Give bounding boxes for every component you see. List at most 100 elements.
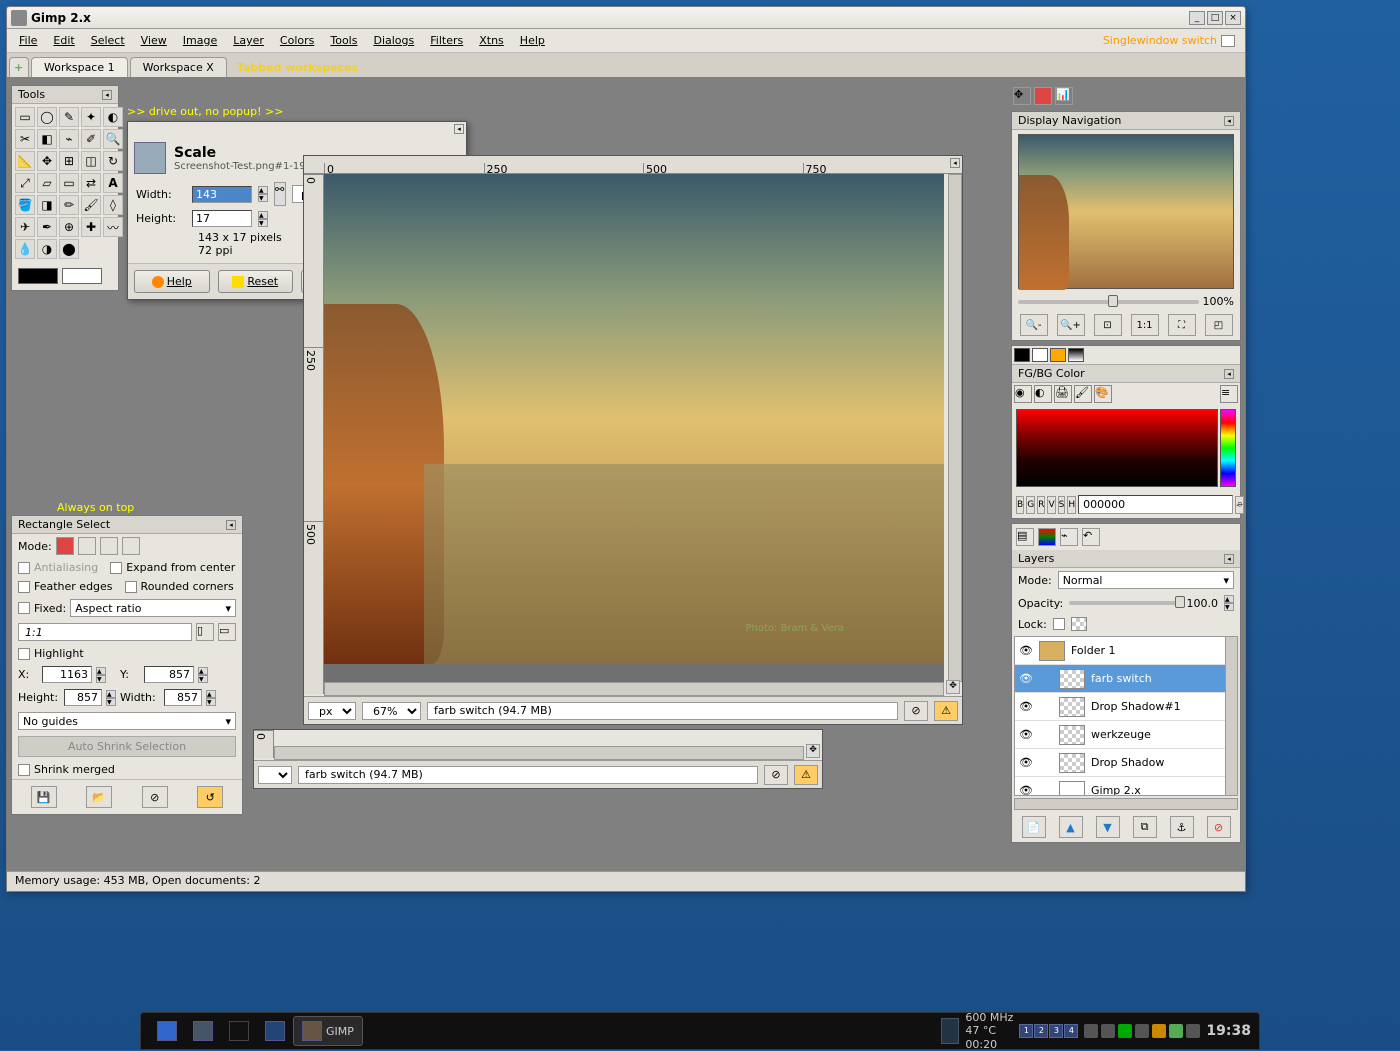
lock-alpha-checkbox[interactable] — [1053, 618, 1065, 630]
ink-tool[interactable]: ✒ — [37, 217, 57, 237]
w-up[interactable]: ▲ — [206, 690, 216, 698]
portrait-button[interactable]: ▯ — [196, 623, 214, 641]
pager-4[interactable]: 4 — [1064, 1024, 1078, 1038]
ellipse-select-tool[interactable]: ◯ — [37, 107, 57, 127]
x-down[interactable]: ▼ — [96, 675, 106, 683]
delete-layer-button[interactable]: ⊘ — [1207, 816, 1231, 838]
mode-add[interactable] — [78, 537, 96, 555]
rect-select-tool[interactable]: ▭ — [15, 107, 35, 127]
save-options-button[interactable]: 💾 — [31, 786, 57, 808]
paths-tool[interactable]: ⌁ — [59, 129, 79, 149]
panel-collapse-icon-2[interactable]: ◂ — [226, 520, 236, 530]
nav-collapse-icon[interactable]: ◂ — [1224, 116, 1234, 126]
navigation-thumbnail[interactable] — [1018, 134, 1234, 289]
layer-row[interactable]: 👁 Drop Shadow#1 — [1015, 693, 1237, 721]
smudge-tool[interactable]: 〰 — [103, 217, 123, 237]
x-up[interactable]: ▲ — [96, 667, 106, 675]
zoom-fill-button[interactable]: ⛶ — [1168, 314, 1196, 336]
extra-tool[interactable]: ⬤ — [59, 239, 79, 259]
wand-tool[interactable]: ✦ — [81, 107, 101, 127]
color-collapse-icon[interactable]: ◂ — [1224, 369, 1234, 379]
picker-menu-tab[interactable]: ≡ — [1220, 385, 1238, 403]
tray-icon-3[interactable] — [1118, 1024, 1132, 1038]
scrollbar-horizontal[interactable] — [324, 682, 944, 696]
visibility-icon[interactable]: 👁 — [1019, 672, 1033, 686]
palette-tab[interactable]: 🎨 — [1094, 385, 1112, 403]
feather-checkbox[interactable] — [18, 581, 30, 593]
print-picker-tab[interactable]: 🖨 — [1054, 385, 1072, 403]
heal-tool[interactable]: ✚ — [81, 217, 101, 237]
x-input[interactable] — [42, 666, 92, 683]
mode-intersect[interactable] — [122, 537, 140, 555]
watercolor-tab[interactable]: 🖌 — [1074, 385, 1092, 403]
menu-tools[interactable]: Tools — [322, 31, 365, 50]
dodge-tool[interactable]: ◑ — [37, 239, 57, 259]
antialias-checkbox[interactable] — [18, 562, 30, 574]
desktop-button[interactable] — [185, 1017, 221, 1045]
layer-mode-dropdown[interactable]: Normal▾ — [1058, 571, 1234, 589]
y-up[interactable]: ▲ — [198, 667, 208, 675]
new-tab-button[interactable]: + — [9, 57, 29, 77]
color-gradient-area[interactable] — [1016, 409, 1218, 487]
restore-options-button[interactable]: 📂 — [86, 786, 112, 808]
filemanager-button[interactable] — [257, 1017, 293, 1045]
move-tool[interactable]: ✥ — [37, 151, 57, 171]
taskbar-app-gimp[interactable]: GIMP — [293, 1016, 363, 1046]
help-button[interactable]: Help — [134, 270, 210, 293]
panel-collapse-icon[interactable]: ◂ — [102, 90, 112, 100]
align-tool[interactable]: ⊞ — [59, 151, 79, 171]
visibility-icon[interactable]: 👁 — [1019, 700, 1033, 714]
expand-checkbox[interactable] — [110, 562, 122, 574]
v-channel-button[interactable]: V — [1047, 496, 1055, 514]
height-up[interactable]: ▲ — [258, 211, 268, 219]
h-up[interactable]: ▲ — [106, 690, 116, 698]
blur-tool[interactable]: 💧 — [15, 239, 35, 259]
scissors-tool[interactable]: ✂ — [15, 129, 35, 149]
tray-icon-2[interactable] — [1101, 1024, 1115, 1038]
foreground-tool[interactable]: ◧ — [37, 129, 57, 149]
fixed-dropdown[interactable]: Aspect ratio▾ — [70, 599, 236, 617]
zoom-slider[interactable] — [1018, 300, 1199, 304]
duplicate-layer-button[interactable]: ⧉ — [1133, 816, 1157, 838]
b-channel-button[interactable]: B — [1016, 496, 1024, 514]
hue-strip[interactable] — [1220, 409, 1236, 487]
warning-button[interactable]: ⚠ — [934, 701, 958, 721]
opacity-slider[interactable] — [1069, 601, 1180, 605]
color-picker-tool[interactable]: ✐ — [81, 129, 101, 149]
y-down[interactable]: ▼ — [198, 675, 208, 683]
zoom-select[interactable]: 67% — [362, 702, 421, 720]
menu-help[interactable]: Help — [512, 31, 553, 50]
height-input-2[interactable] — [64, 689, 102, 706]
link-dimensions-icon[interactable]: ⚯ — [274, 182, 286, 206]
by-color-tool[interactable]: ◐ — [103, 107, 123, 127]
airbrush-tool[interactable]: ✈ — [15, 217, 35, 237]
clock[interactable]: 19:38 — [1206, 1023, 1251, 1039]
unit-select-2[interactable] — [258, 766, 292, 784]
paths-tab[interactable]: ⌁ — [1060, 528, 1078, 546]
cancel-op-button-2[interactable]: ⊘ — [764, 765, 788, 785]
zoom-tool[interactable]: 🔍 — [103, 129, 123, 149]
layer-up-button[interactable]: ▲ — [1059, 816, 1083, 838]
layer-row-folder[interactable]: 👁 Folder 1 — [1015, 637, 1237, 665]
menu-colors[interactable]: Colors — [272, 31, 322, 50]
flip-tool[interactable]: ⇄ — [81, 173, 101, 193]
highlight-checkbox[interactable] — [18, 648, 30, 660]
zoom-fit-button[interactable]: ⊡ — [1094, 314, 1122, 336]
measure-tool[interactable]: 📐 — [15, 151, 35, 171]
zoom-in-button[interactable]: 🔍+ — [1057, 314, 1085, 336]
tray-icon-7[interactable] — [1186, 1024, 1200, 1038]
eyedropper-button[interactable]: ⌮ — [1235, 496, 1244, 514]
color-bg-swatch[interactable] — [1032, 348, 1048, 362]
terminal-button[interactable] — [221, 1017, 257, 1045]
ratio-input[interactable] — [18, 623, 192, 641]
mode-replace[interactable] — [56, 537, 74, 555]
width-up[interactable]: ▲ — [258, 186, 268, 194]
reset-options-button[interactable]: ↺ — [197, 786, 223, 808]
rotate-tool[interactable]: ↻ — [103, 151, 123, 171]
tray-icon-1[interactable] — [1084, 1024, 1098, 1038]
layer-row[interactable]: 👁 Gimp 2.x — [1015, 777, 1237, 796]
h-down[interactable]: ▼ — [106, 698, 116, 706]
text-tool[interactable]: A — [103, 173, 123, 193]
s-channel-button[interactable]: S — [1058, 496, 1066, 514]
width-input-2[interactable] — [164, 689, 202, 706]
